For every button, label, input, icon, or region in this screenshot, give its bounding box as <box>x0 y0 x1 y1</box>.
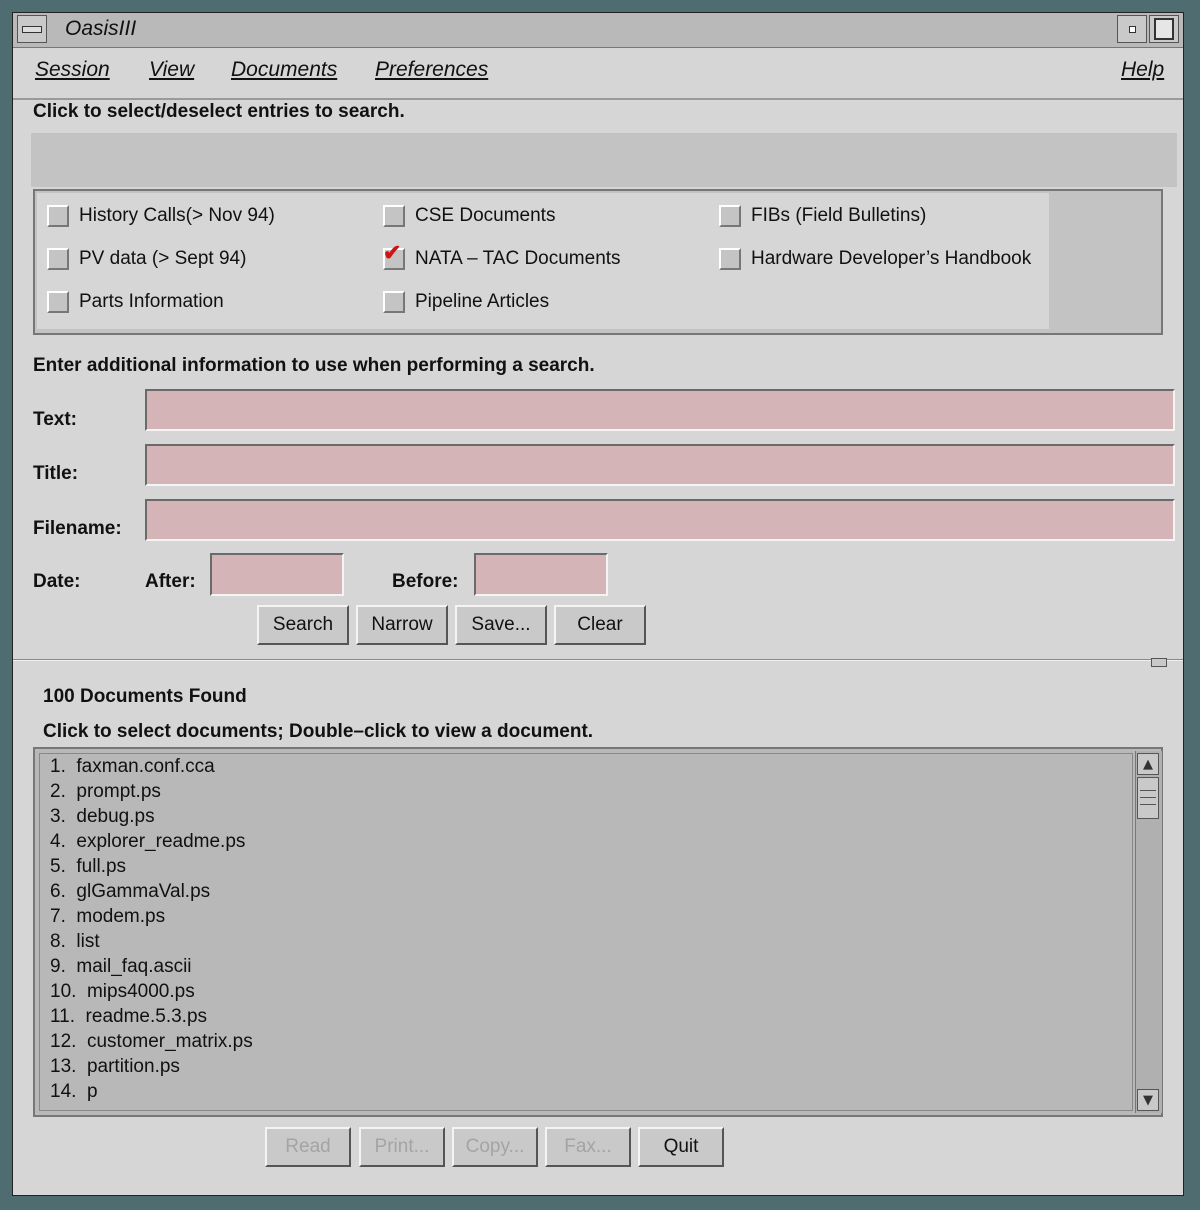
list-item[interactable]: 8. list <box>50 931 100 953</box>
quit-button[interactable]: Quit <box>638 1127 724 1167</box>
text-label: Text: <box>33 409 77 430</box>
fax-button[interactable]: Fax... <box>545 1127 631 1167</box>
save-button[interactable]: Save... <box>455 605 547 645</box>
date-label: Date: <box>33 571 81 592</box>
source-grid: History Calls(> Nov 94) CSE Documents FI… <box>37 193 1049 329</box>
source-fibs[interactable]: FIBs (Field Bulletins) <box>719 205 926 227</box>
narrow-button[interactable]: Narrow <box>356 605 448 645</box>
menu-view[interactable]: View <box>149 58 194 82</box>
menu-session[interactable]: Session <box>35 58 110 82</box>
menu-help[interactable]: Help <box>1121 58 1164 82</box>
text-input[interactable] <box>145 389 1175 431</box>
read-button[interactable]: Read <box>265 1127 351 1167</box>
print-button[interactable]: Print... <box>359 1127 445 1167</box>
source-nata-tac[interactable]: ✔ NATA – TAC Documents <box>383 242 621 270</box>
menu-preferences[interactable]: Preferences <box>375 58 488 82</box>
list-item[interactable]: 7. modem.ps <box>50 906 165 928</box>
menu-preferences-label: Preferences <box>375 58 489 81</box>
checkbox[interactable] <box>719 248 741 270</box>
title-label: Title: <box>33 463 79 484</box>
list-item[interactable]: 14. p <box>50 1081 98 1103</box>
source-pipeline-articles[interactable]: Pipeline Articles <box>383 291 549 313</box>
checkbox[interactable] <box>47 205 69 227</box>
status-strip <box>31 133 1177 187</box>
clear-button[interactable]: Clear <box>554 605 646 645</box>
oasis-window: OasisIII Session View Documents Preferen… <box>12 12 1184 1196</box>
window-menu-button[interactable] <box>17 15 47 43</box>
source-parts-information[interactable]: Parts Information <box>47 291 224 313</box>
after-date-input[interactable] <box>210 553 344 596</box>
checkbox[interactable] <box>383 205 405 227</box>
list-item[interactable]: 10. mips4000.ps <box>50 981 195 1003</box>
list-item[interactable]: 1. faxman.conf.cca <box>50 756 215 778</box>
checkbox-checked[interactable]: ✔ <box>383 242 405 270</box>
list-item[interactable]: 2. prompt.ps <box>50 781 161 803</box>
results-instructions: Click to select documents; Double–click … <box>43 721 594 742</box>
checkbox[interactable] <box>47 248 69 270</box>
source-label: Hardware Developer’s Handbook <box>751 248 1032 269</box>
list-item[interactable]: 6. glGammaVal.ps <box>50 881 210 903</box>
title-bar: OasisIII <box>13 13 1183 48</box>
source-label: NATA – TAC Documents <box>415 248 621 269</box>
scroll-thumb[interactable] <box>1137 777 1159 819</box>
before-date-input[interactable] <box>474 553 608 596</box>
list-item[interactable]: 4. explorer_readme.ps <box>50 831 245 853</box>
scroll-down-arrow-icon[interactable]: ▼ <box>1137 1089 1159 1111</box>
filename-label: Filename: <box>33 518 122 539</box>
source-cse-documents[interactable]: CSE Documents <box>383 205 555 227</box>
list-item[interactable]: 9. mail_faq.ascii <box>50 956 192 978</box>
list-item[interactable]: 5. full.ps <box>50 856 126 878</box>
source-label: CSE Documents <box>415 205 556 226</box>
source-label: History Calls(> Nov 94) <box>79 205 275 226</box>
pane-separator <box>13 659 1183 661</box>
search-button[interactable]: Search <box>257 605 349 645</box>
copy-button[interactable]: Copy... <box>452 1127 538 1167</box>
pane-sash-handle[interactable] <box>1151 658 1167 667</box>
menu-help-label: Help <box>1121 58 1165 81</box>
menu-session-label: Session <box>35 58 110 81</box>
after-label: After: <box>145 571 196 592</box>
source-history-calls[interactable]: History Calls(> Nov 94) <box>47 205 275 227</box>
source-pv-data[interactable]: PV data (> Sept 94) <box>47 248 246 270</box>
filename-input[interactable] <box>145 499 1175 541</box>
title-input[interactable] <box>145 444 1175 486</box>
checkbox[interactable] <box>719 205 741 227</box>
select-prompt: Click to select/deselect entries to sear… <box>33 101 405 122</box>
minimize-button[interactable] <box>1117 15 1147 43</box>
results-scrollbar[interactable]: ▲ ▼ <box>1135 751 1162 1113</box>
window-menu-icon <box>22 25 42 33</box>
source-label: FIBs (Field Bulletins) <box>751 205 927 226</box>
window-title: OasisIII <box>65 17 137 40</box>
search-prompt: Enter additional information to use when… <box>33 355 595 376</box>
list-item[interactable]: 3. debug.ps <box>50 806 155 828</box>
source-hardware-handbook[interactable]: Hardware Developer’s Handbook <box>719 248 1031 270</box>
checkbox[interactable] <box>383 291 405 313</box>
list-item[interactable]: 13. partition.ps <box>50 1056 180 1078</box>
menu-view-label: View <box>149 58 195 81</box>
maximize-button[interactable] <box>1149 15 1179 43</box>
checkmark-icon: ✔ <box>383 240 402 265</box>
maximize-icon <box>1154 18 1174 40</box>
source-label: Pipeline Articles <box>415 291 550 312</box>
source-label: Parts Information <box>79 291 224 312</box>
minimize-icon <box>1128 25 1136 33</box>
menu-bar: Session View Documents Preferences Help <box>13 48 1183 100</box>
list-item[interactable]: 11. readme.5.3.ps <box>50 1006 207 1028</box>
before-label: Before: <box>392 571 459 592</box>
source-panel: History Calls(> Nov 94) CSE Documents FI… <box>33 189 1163 335</box>
checkbox[interactable] <box>47 291 69 313</box>
menu-documents-label: Documents <box>231 58 338 81</box>
source-label: PV data (> Sept 94) <box>79 248 247 269</box>
menu-documents[interactable]: Documents <box>231 58 337 82</box>
results-list-viewport: 1. faxman.conf.cca 2. prompt.ps 3. debug… <box>39 753 1133 1111</box>
results-count: 100 Documents Found <box>43 686 247 707</box>
results-list[interactable]: 1. faxman.conf.cca 2. prompt.ps 3. debug… <box>33 747 1163 1117</box>
list-item[interactable]: 12. customer_matrix.ps <box>50 1031 253 1053</box>
scroll-up-arrow-icon[interactable]: ▲ <box>1137 753 1159 775</box>
